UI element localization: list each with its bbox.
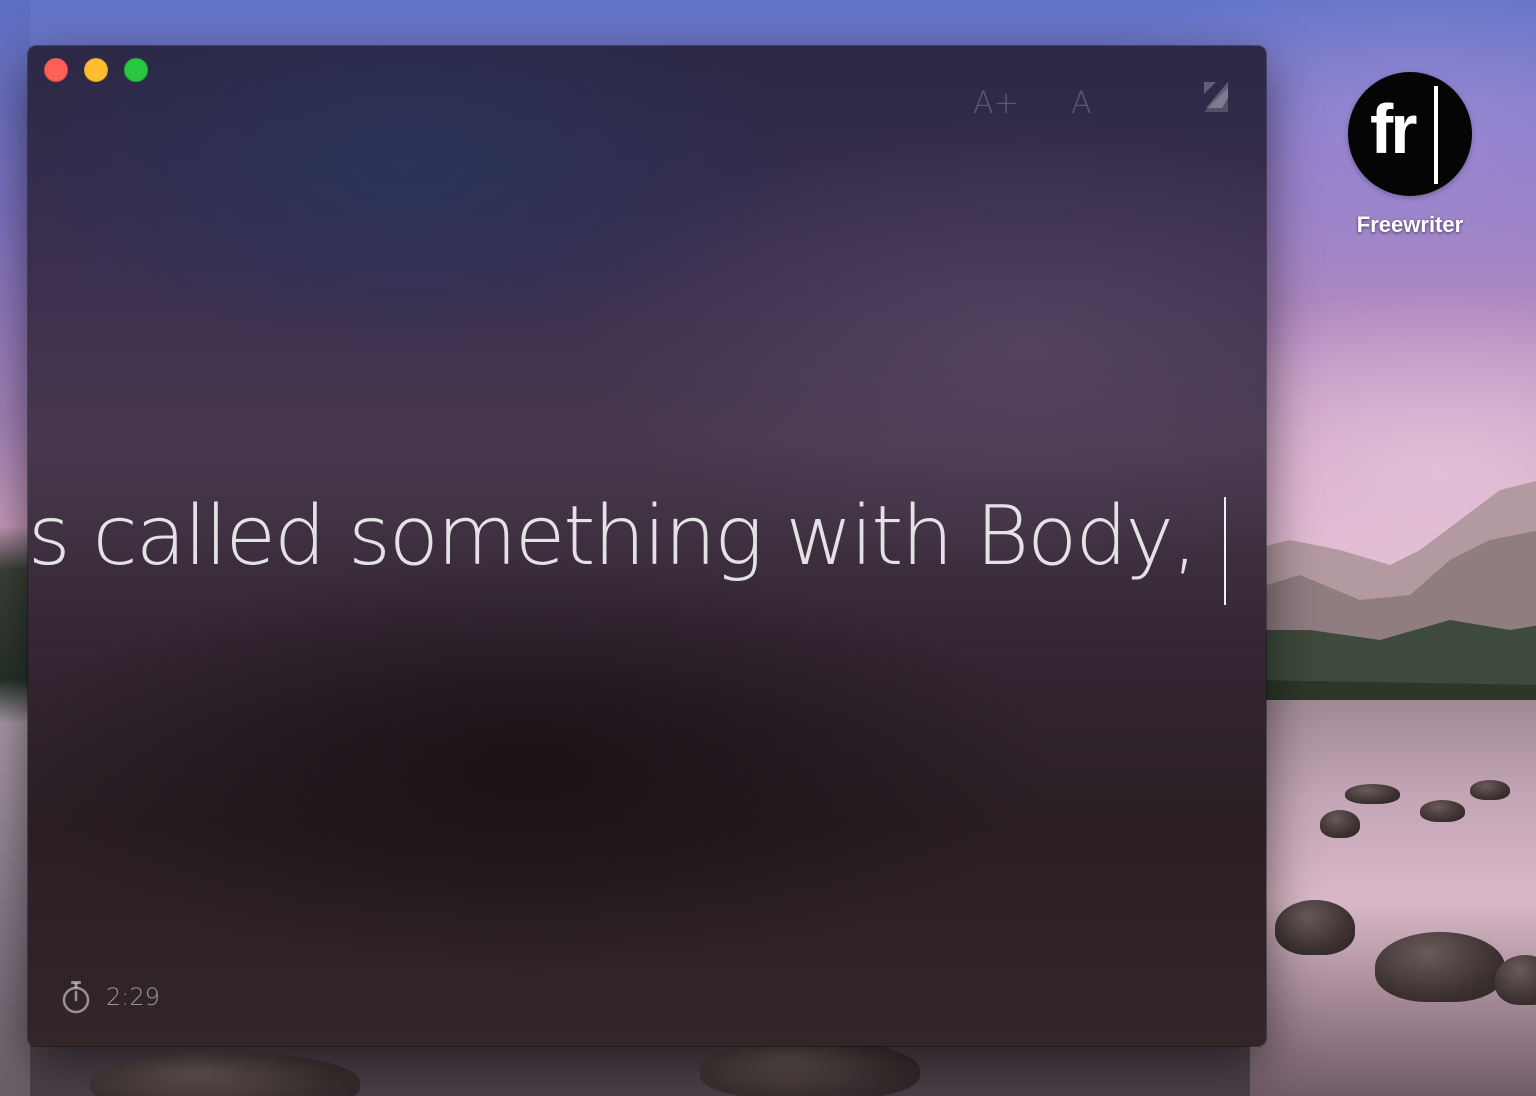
editor-text[interactable]: k is called something with Body, bbox=[28, 496, 1198, 578]
wallpaper-rock bbox=[1470, 780, 1510, 800]
timer-value: 2:29 bbox=[106, 983, 160, 1011]
stopwatch-icon bbox=[62, 981, 90, 1014]
wallpaper-rock bbox=[1420, 800, 1465, 822]
wallpaper-left-edge bbox=[0, 0, 30, 1096]
fullscreen-toggle-icon[interactable] bbox=[1198, 78, 1234, 114]
minimize-button[interactable] bbox=[84, 58, 108, 82]
wallpaper-rock bbox=[1345, 784, 1400, 804]
close-button[interactable] bbox=[44, 58, 68, 82]
wallpaper-rock bbox=[700, 1040, 920, 1096]
app-icon-glyph: fr bbox=[1370, 90, 1418, 168]
freewriter-app-icon: fr bbox=[1348, 72, 1472, 196]
wallpaper-rock bbox=[1375, 932, 1505, 1002]
wallpaper-rock bbox=[90, 1052, 360, 1096]
wallpaper-lake bbox=[1250, 700, 1536, 1096]
writing-timer: 2:29 bbox=[60, 980, 160, 1014]
desktop-icon-freewriter[interactable]: fr Freewriter bbox=[1330, 72, 1490, 238]
font-size-button[interactable]: A bbox=[1071, 86, 1092, 121]
wallpaper-mountain bbox=[1250, 481, 1536, 720]
app-icon-cursor-bar bbox=[1434, 86, 1438, 184]
app-window: A+ A k is called something with Body, 2:… bbox=[28, 46, 1266, 1046]
text-caret bbox=[1224, 497, 1226, 605]
wallpaper-rock bbox=[1320, 810, 1360, 838]
zoom-button[interactable] bbox=[124, 58, 148, 82]
wallpaper-rock bbox=[1275, 900, 1355, 955]
increase-font-button[interactable]: A+ bbox=[973, 86, 1019, 121]
desktop-icon-label: Freewriter bbox=[1356, 212, 1464, 237]
